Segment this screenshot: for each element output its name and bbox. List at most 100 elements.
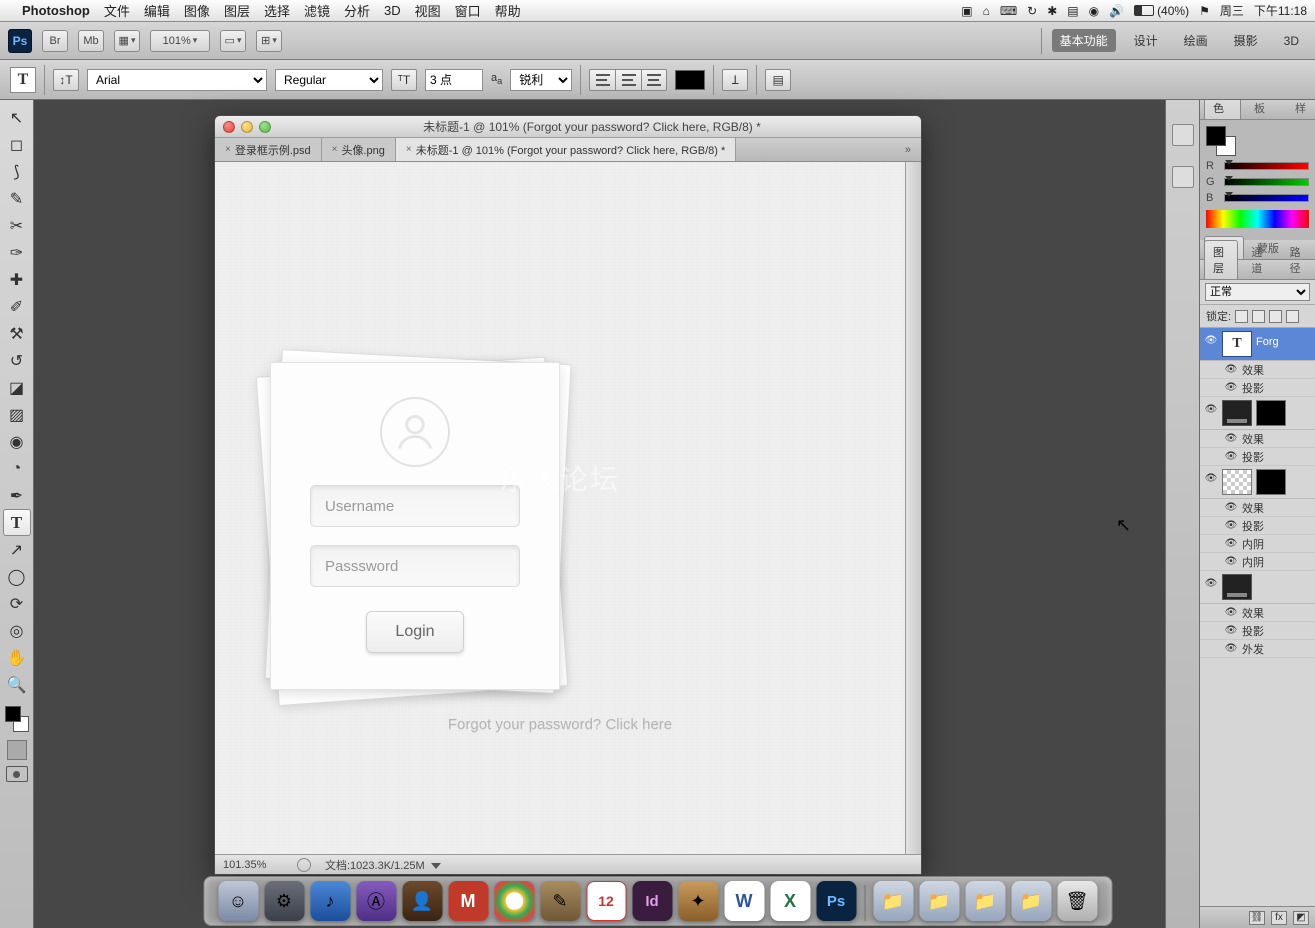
minibridge-icon[interactable]: Mb [78,30,104,52]
slider-g[interactable]: G [1206,176,1309,188]
layer-item[interactable]: T Forg [1200,328,1315,361]
character-panel-button[interactable]: ▤ [765,69,791,91]
antialias-select[interactable]: 锐利 [510,69,572,91]
input-source-icon[interactable]: ⚑ [1199,4,1210,18]
slider-b[interactable]: B [1206,192,1309,204]
align-right-button[interactable] [641,69,667,91]
brush-tool[interactable]: ✐ [3,293,31,320]
menu-layer[interactable]: 图层 [224,1,250,20]
lock-trans-icon[interactable] [1235,310,1248,323]
status-icon[interactable] [297,858,311,872]
marquee-tool[interactable]: ◻ [3,131,31,158]
dock-trash-icon[interactable]: 🗑 [1057,881,1097,921]
window-min-icon[interactable] [241,121,253,133]
dock-finder-icon[interactable]: ☺ [218,881,258,921]
screen-mode-button[interactable]: ▭ [220,30,246,52]
menu-view[interactable]: 视图 [415,1,441,20]
tab-paths[interactable]: 路径 [1281,240,1315,279]
text-orientation-button[interactable]: ↕T [53,69,79,91]
dock-calendar-icon[interactable]: 12 [586,881,626,921]
clock-time[interactable]: 下午11:18 [1254,2,1307,19]
scrollbar-vertical[interactable] [905,162,921,854]
menu-window[interactable]: 窗口 [455,1,481,20]
text-color-swatch[interactable] [675,70,705,90]
camera-icon[interactable]: ▣ [961,4,972,18]
dock-settings-icon[interactable]: ⚙ [264,881,304,921]
app-name[interactable]: Photoshop [22,3,90,18]
ps-logo-icon[interactable]: Ps [8,29,32,53]
pen-tool[interactable]: ✒ [3,482,31,509]
color-spectrum[interactable] [1206,210,1309,228]
lock-pixels-icon[interactable] [1252,310,1265,323]
tabs-overflow-icon[interactable]: » [895,138,921,161]
link-icon[interactable]: ⛓ [1249,911,1265,925]
healing-tool[interactable]: ✚ [3,266,31,293]
layer-fx[interactable]: 内阴 [1200,535,1315,553]
clock-day[interactable]: 周三 [1220,2,1244,19]
tab-styles[interactable]: 样 [1286,100,1315,119]
bridge-icon[interactable]: Br [42,30,68,52]
tab-color[interactable]: 颜色 [1204,100,1241,119]
display-icon[interactable]: ⌂ [983,4,990,18]
zoom-level-dropdown[interactable]: 101% [150,30,210,52]
align-center-button[interactable] [615,69,641,91]
canvas[interactable]: Username Passsword Login Forgot your pas… [215,162,905,854]
arrange-docs-button[interactable]: ▦ [114,30,140,52]
shape-tool[interactable]: ◯ [3,563,31,590]
color-fgbg-swatch[interactable] [1206,126,1236,156]
lock-all-icon[interactable] [1286,310,1299,323]
layer-name[interactable]: Forg [1256,331,1311,348]
hand-tool[interactable]: ✋ [3,644,31,671]
dock-itunes-icon[interactable]: ♪ [310,881,350,921]
layer-fx[interactable]: 投影 [1200,517,1315,535]
layer-fx[interactable]: 投影 [1200,379,1315,397]
doc-tab[interactable]: ×头像.png [322,138,396,161]
timemachine-icon[interactable]: ↻ [1027,4,1037,18]
layer-item[interactable] [1200,397,1315,430]
font-style-select[interactable]: Regular [275,69,383,91]
workspace-painting[interactable]: 绘画 [1176,29,1216,52]
doc-tab[interactable]: ×登录框示例.psd [215,138,322,161]
type-tool[interactable]: T [3,509,31,536]
menu-analysis[interactable]: 分析 [344,1,370,20]
zoom-tool[interactable]: 🔍 [3,671,31,698]
eyedropper-tool[interactable]: ✑ [3,239,31,266]
menu-select[interactable]: 选择 [264,1,290,20]
move-tool[interactable]: ↖ [3,104,31,131]
dock-indesign-icon[interactable]: Id [632,881,672,921]
dock-app-m-icon[interactable]: M [448,881,488,921]
layer-fx[interactable]: 效果 [1200,499,1315,517]
dock-contacts-icon[interactable]: 👤 [402,881,442,921]
3d-camera-tool[interactable]: ◎ [3,617,31,644]
doc-tab[interactable]: ×未标题-1 @ 101% (Forgot your password? Cli… [396,138,736,161]
tab-channels[interactable]: 通道 [1242,240,1276,279]
layer-fx[interactable]: 内阴 [1200,553,1315,571]
status-docsize[interactable]: 文档:1023.3K/1.25M [325,857,441,873]
eye-icon[interactable] [1204,469,1218,484]
fx-icon[interactable]: fx [1271,911,1287,925]
volume-icon[interactable]: 🔊 [1109,4,1124,18]
menu-file[interactable]: 文件 [104,1,130,20]
menu-image[interactable]: 图像 [184,1,210,20]
dock-word-icon[interactable]: W [724,881,764,921]
dock-folder-icon[interactable]: 📁 [1011,881,1051,921]
eye-icon[interactable] [1204,574,1218,589]
login-button[interactable]: Login [366,611,464,653]
dock-photoshop-icon[interactable]: Ps [816,881,856,921]
dock-app-icon[interactable]: ✦ [678,881,718,921]
path-select-tool[interactable]: ↗ [3,536,31,563]
quickmask-toggle[interactable] [7,740,27,760]
quickselect-tool[interactable]: ✎ [3,185,31,212]
layer-fx[interactable]: 外发 [1200,640,1315,658]
lasso-tool[interactable]: ⟆ [3,158,31,185]
font-size-input[interactable] [425,69,483,91]
eraser-tool[interactable]: ◪ [3,374,31,401]
screenmode-toggle[interactable] [6,766,28,782]
window-zoom-icon[interactable] [259,121,271,133]
warp-text-button[interactable]: Ʇ [722,69,748,91]
layer-mask-icon[interactable] [1256,469,1286,495]
close-icon[interactable]: × [406,144,412,155]
status-zoom[interactable]: 101.35% [223,859,283,871]
current-tool-icon[interactable]: T [10,67,36,93]
history-panel-icon[interactable] [1172,124,1194,146]
